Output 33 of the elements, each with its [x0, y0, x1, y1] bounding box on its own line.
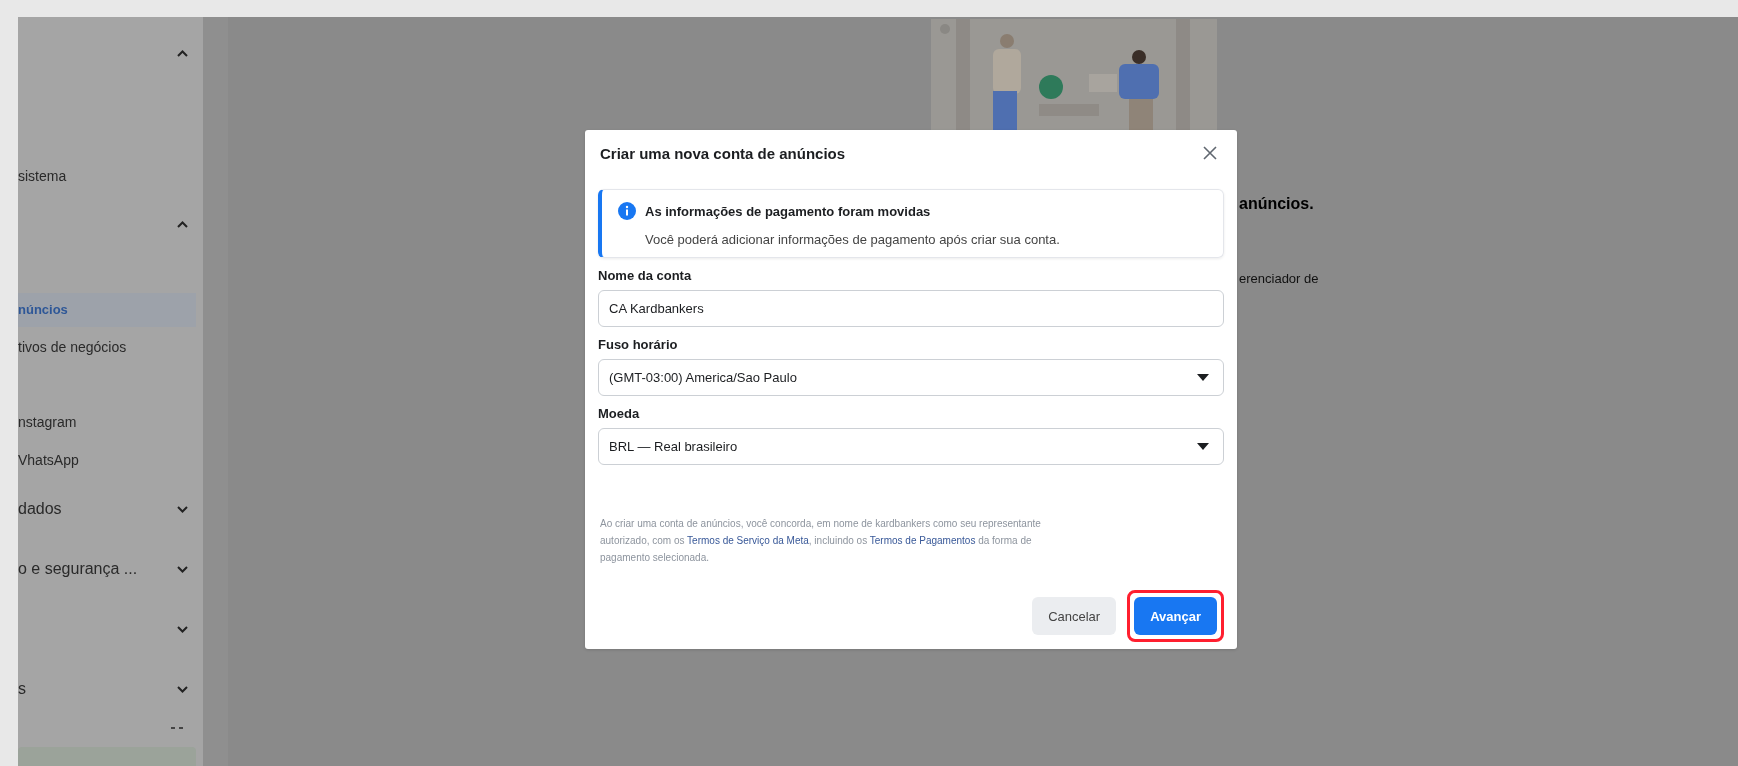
chevron-icon[interactable] [177, 220, 188, 228]
dropdown-field[interactable]: (GMT-03:00) America/Sao Paulo [598, 359, 1224, 396]
background-text: erenciador de [1239, 271, 1319, 286]
account-name-field[interactable]: CA Kardbankers [598, 290, 1224, 327]
sidebar-item[interactable]: sistema [18, 159, 196, 193]
dialog-title: Criar uma nova conta de anúncios [600, 144, 846, 162]
dropdown-caret-icon [1197, 443, 1209, 450]
background-heading: anúncios. [1239, 195, 1315, 213]
notice-title: As informações de pagamento foram movidas [645, 203, 931, 219]
cancel-button[interactable]: Cancelar [1032, 597, 1117, 635]
chevron-icon[interactable] [177, 49, 188, 57]
dropdown-caret-icon [1197, 374, 1209, 381]
chevron-icon[interactable] [177, 625, 188, 633]
field-label: Fuso horário [598, 337, 679, 352]
chevron-icon[interactable] [177, 685, 188, 693]
terms-link[interactable]: Termos de Serviço da Meta [687, 535, 809, 546]
sidebar-item[interactable]: tivos de negócios [18, 330, 196, 364]
info-icon [618, 202, 636, 220]
next-button[interactable]: Avançar [1134, 597, 1217, 635]
chevron-icon[interactable] [177, 565, 188, 573]
sidebar-item[interactable]: VhatsApp [18, 443, 196, 477]
sidebar-item[interactable]: nstagram [18, 405, 196, 439]
sidebar-group-label[interactable]: s [18, 680, 26, 698]
dropdown-field[interactable]: BRL — Real brasileiro [598, 428, 1224, 465]
field-label: Nome da conta [598, 268, 693, 283]
notice-text: Você poderá adicionar informações de pagamento após criar sua conta. [645, 232, 1061, 247]
terms-link[interactable]: Termos de Pagamentos [869, 535, 976, 546]
sidebar-group-label[interactable]: dados [18, 500, 62, 518]
terms-paragraph: Ao criar uma conta de anúncios, você concorda, em nome de kardbankers como seu representante autorizado, com os Termos de Serviço da Meta, incluindo os Termos de Pagamentos da forma de pagamento selecionada. [600, 517, 1042, 565]
sidebar-group-label[interactable]: o e segurança ... [18, 560, 138, 578]
field-label: Moeda [598, 406, 641, 421]
close-icon[interactable] [1203, 146, 1217, 160]
chevron-icon[interactable] [177, 505, 188, 513]
